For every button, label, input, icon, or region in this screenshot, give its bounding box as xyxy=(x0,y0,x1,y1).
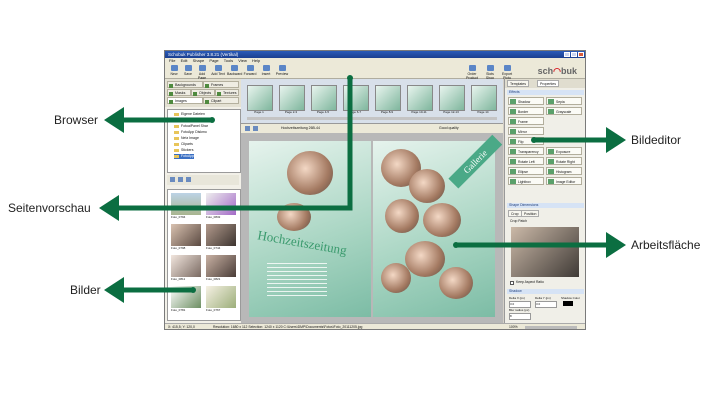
browser-arrow-head xyxy=(104,107,124,133)
workspace-arrow-dot xyxy=(453,242,459,248)
workspace-label: Arbeitsfläche xyxy=(631,238,701,252)
editor-arrow-dot xyxy=(531,137,537,143)
preview-arrow-dot xyxy=(347,75,353,81)
image-editor-label: Bildeditor xyxy=(631,133,682,147)
editor-arrow-head xyxy=(606,127,626,153)
images-label: Bilder xyxy=(70,283,101,297)
images-arrow-head xyxy=(104,277,124,303)
preview-arrow-line xyxy=(115,78,353,211)
workspace-arrow-head xyxy=(606,232,626,258)
preview-arrow-head xyxy=(99,195,119,221)
browser-label: Browser xyxy=(54,113,99,127)
callout-arrows xyxy=(99,75,626,303)
page-preview-label: Seitenvorschau xyxy=(8,201,91,215)
browser-arrow-dot xyxy=(209,117,215,123)
images-arrow-dot xyxy=(190,287,196,293)
